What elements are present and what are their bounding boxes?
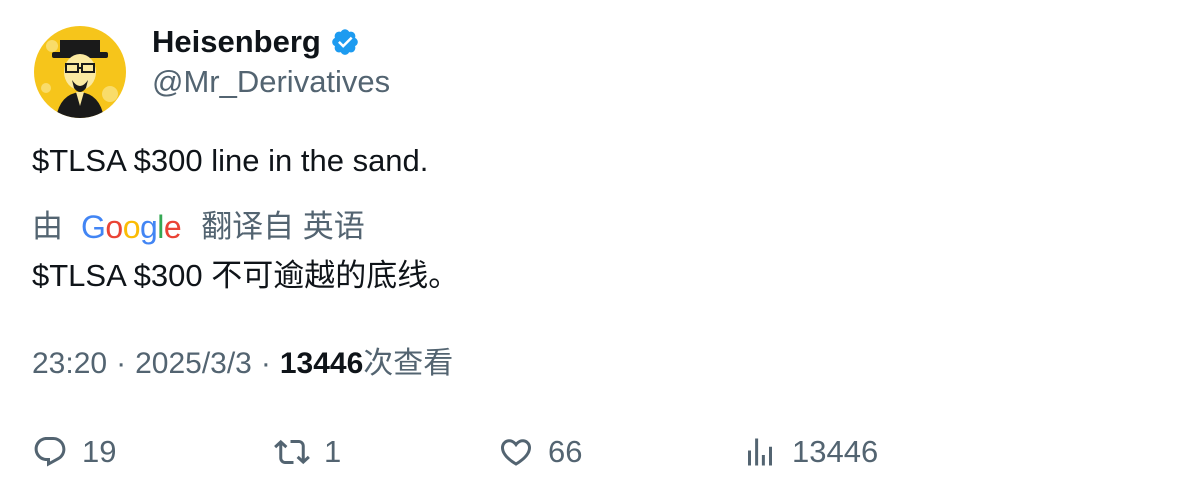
meta-separator: · — [116, 347, 127, 380]
like-count: 66 — [548, 434, 583, 469]
tweet-time[interactable]: 23:20 — [32, 344, 107, 384]
like-button[interactable]: 66 — [498, 430, 582, 474]
views-button[interactable]: 13446 — [742, 430, 878, 474]
tweet-meta: 23:20 · 2025/3/3 · 13446 次查看 — [32, 344, 453, 384]
translation-suffix: 翻译自 英语 — [201, 209, 365, 244]
author-name-row[interactable]: Heisenberg — [152, 22, 360, 62]
analytics-icon — [748, 438, 772, 466]
reply-count: 19 — [82, 434, 117, 469]
retweet-icon — [274, 439, 310, 465]
translation-prefix: 由 — [32, 209, 63, 244]
meta-separator: · — [260, 347, 271, 380]
avatar[interactable] — [34, 26, 126, 118]
google-logo-icon: Google — [81, 209, 182, 245]
tweet-date[interactable]: 2025/3/3 — [135, 344, 252, 384]
views-count: 13446 — [279, 347, 364, 380]
translation-attribution: 由 Google 翻译自 英语 — [32, 206, 365, 248]
heart-icon — [500, 439, 532, 466]
reply-icon — [34, 437, 66, 467]
views-action-count: 13446 — [792, 434, 879, 469]
tweet-text: $TLSA $300 line in the sand. — [32, 143, 429, 178]
reply-button[interactable]: 19 — [32, 430, 116, 474]
retweet-button[interactable]: 1 — [274, 430, 341, 474]
retweet-count: 1 — [324, 434, 342, 469]
author-display-name[interactable]: Heisenberg — [152, 22, 321, 62]
author-handle[interactable]: @Mr_Derivatives — [152, 62, 390, 102]
verified-badge-icon — [330, 27, 360, 57]
heisenberg-avatar-icon — [34, 26, 126, 118]
views-label: 次查看 — [363, 347, 454, 380]
translated-text: $TLSA $300 不可逾越的底线。 — [32, 258, 460, 293]
